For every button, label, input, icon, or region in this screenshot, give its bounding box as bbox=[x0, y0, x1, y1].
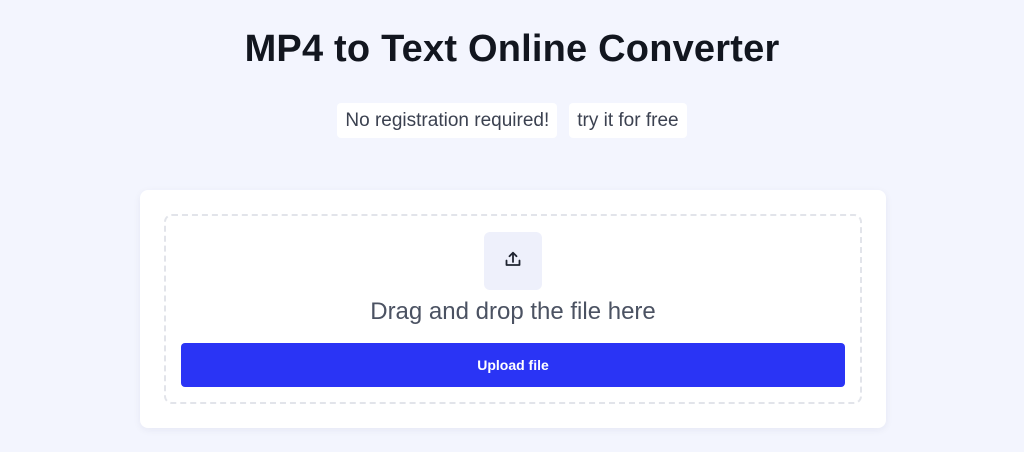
upload-file-button[interactable]: Upload file bbox=[181, 343, 845, 387]
tag-no-registration: No registration required! bbox=[337, 103, 558, 138]
upload-card: Drag and drop the file here Upload file bbox=[140, 190, 886, 428]
upload-icon bbox=[503, 249, 523, 274]
page-title: MP4 to Text Online Converter bbox=[244, 28, 780, 70]
drop-instructions: Drag and drop the file here bbox=[370, 298, 656, 325]
page: MP4 to Text Online Converter No registra… bbox=[0, 0, 1024, 452]
upload-icon-container bbox=[484, 232, 542, 290]
file-dropzone[interactable]: Drag and drop the file here Upload file bbox=[164, 214, 862, 404]
tag-free-trial: try it for free bbox=[569, 103, 687, 138]
feature-tags: No registration required! try it for fre… bbox=[0, 103, 1024, 138]
